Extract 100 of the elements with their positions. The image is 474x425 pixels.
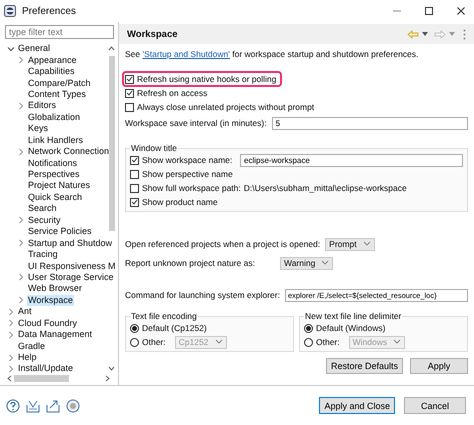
tree-item[interactable]: UI Responsiveness M — [27, 260, 117, 272]
tree-item[interactable]: Workspace — [27, 294, 74, 306]
tree-item[interactable]: Link Handlers — [27, 134, 84, 146]
checkbox[interactable] — [125, 88, 134, 98]
tree-item[interactable]: Web Browser — [27, 283, 83, 294]
import-icon[interactable] — [26, 398, 40, 412]
chevron-down-icon — [362, 240, 371, 248]
radio-button[interactable] — [304, 338, 313, 346]
tree-item[interactable]: Editors — [27, 100, 58, 112]
button[interactable]: Apply and Close — [319, 397, 395, 414]
radio-label[interactable]: Other: — [316, 337, 340, 347]
chevron-right-icon[interactable] — [7, 308, 15, 316]
tree-item[interactable]: Network Connection — [27, 146, 110, 158]
field-label: Report unknown project nature as: — [125, 258, 256, 268]
tree-item[interactable]: Capabilities — [27, 66, 76, 78]
tree-item[interactable]: User Storage Service — [27, 272, 115, 283]
scroll-right-icon[interactable] — [105, 374, 110, 382]
chevron-down-icon — [393, 338, 402, 346]
radio-label[interactable]: Other: — [142, 337, 166, 347]
input-field[interactable]: eclipse-workspace — [240, 154, 463, 166]
checkbox-label[interactable]: Refresh using native hooks or polling — [137, 74, 276, 84]
field-label: Open referenced projects when a project is opened: — [125, 239, 320, 249]
input-field[interactable]: 5 — [272, 116, 468, 130]
tree-item[interactable]: Service Policies — [27, 226, 93, 238]
checkbox-label[interactable]: Show workspace name: — [142, 155, 237, 165]
path-text: D:\Users\subham_mittal\eclipse-workspace — [244, 183, 407, 193]
checkbox-label[interactable]: Always close unrelated projects without prompt — [137, 102, 314, 112]
tree-item[interactable]: Compare/Patch — [27, 78, 92, 89]
checkbox[interactable] — [130, 170, 139, 178]
tree-item[interactable]: Startup and Shutdow — [27, 238, 114, 249]
tree-item[interactable]: Search — [27, 203, 58, 214]
record-icon[interactable] — [66, 398, 80, 412]
checkbox-label[interactable]: Show full workspace path: — [142, 183, 241, 193]
tree-item[interactable]: Keys — [27, 123, 50, 134]
chevron-right-icon[interactable] — [17, 56, 25, 64]
checkbox[interactable] — [130, 184, 139, 192]
checkbox-label[interactable]: Refresh on access — [137, 88, 208, 98]
dropdown[interactable]: Warning — [280, 256, 334, 270]
chevron-right-icon[interactable] — [17, 102, 25, 110]
chevron-right-icon[interactable] — [7, 330, 15, 339]
radio-button[interactable] — [130, 324, 139, 332]
checkbox[interactable] — [125, 102, 134, 112]
chevron-right-icon[interactable] — [17, 273, 25, 282]
button[interactable]: Apply — [410, 358, 468, 374]
chevron-right-icon[interactable] — [7, 319, 15, 328]
app-icon — [4, 5, 16, 17]
scrollbar[interactable] — [14, 374, 69, 382]
group-title: Window title — [130, 143, 178, 153]
tree-item[interactable]: Install/Update — [17, 363, 74, 373]
chevron-right-icon[interactable] — [17, 296, 25, 304]
chevron-right-icon[interactable] — [7, 354, 15, 362]
help-icon[interactable] — [6, 398, 20, 412]
checkbox[interactable] — [130, 156, 139, 164]
tree-item[interactable]: Tracing — [27, 249, 59, 260]
button[interactable]: Cancel — [404, 397, 466, 414]
tree-item[interactable]: Data Management — [17, 329, 94, 340]
page-title: Workspace — [127, 28, 178, 40]
tree-item[interactable]: Project Natures — [27, 180, 92, 192]
tree-item[interactable]: Ant — [17, 306, 33, 318]
tree-item[interactable]: Content Types — [27, 88, 87, 100]
tree-item[interactable]: Appearance — [27, 54, 78, 66]
scroll-up-icon[interactable] — [108, 46, 115, 51]
radio-label[interactable]: Default (Cp1252) — [142, 323, 207, 333]
dropdown[interactable]: Prompt — [325, 238, 375, 250]
checkbox[interactable] — [125, 74, 134, 84]
more-icon[interactable] — [463, 28, 466, 40]
chevron-right-icon[interactable] — [17, 239, 25, 248]
tree-item[interactable]: Notifications — [27, 158, 78, 169]
chevron-right-icon[interactable] — [17, 148, 25, 156]
tree-item[interactable]: Security — [27, 214, 62, 226]
close-icon[interactable] — [456, 6, 466, 16]
tree-item[interactable]: Help — [17, 352, 38, 364]
tree-item[interactable]: Perspectives — [27, 169, 81, 180]
maximize-icon[interactable] — [424, 6, 434, 16]
chevron-down-icon — [321, 259, 330, 267]
tree-item[interactable]: Gradle — [17, 340, 46, 352]
group-title: Text file encoding — [130, 311, 198, 321]
button[interactable]: Restore Defaults — [326, 358, 403, 374]
startup-link[interactable]: 'Startup and Shutdown' — [142, 49, 230, 59]
radio-label[interactable]: Default (Windows) — [316, 323, 386, 333]
chevron-right-icon[interactable] — [7, 364, 15, 373]
tree-item[interactable]: Cloud Foundry — [17, 318, 78, 329]
scrollbar[interactable] — [109, 56, 115, 231]
scroll-left-icon[interactable] — [7, 374, 12, 382]
checkbox-label[interactable]: Show product name — [142, 197, 218, 207]
scroll-down-icon[interactable] — [108, 366, 115, 371]
chevron-down-icon[interactable] — [7, 44, 15, 53]
dropdown-icon[interactable] — [422, 32, 428, 36]
radio-button[interactable] — [304, 324, 313, 332]
tree-item[interactable]: Globalization — [27, 112, 82, 123]
field-label: Command for launching system explorer: — [125, 290, 280, 300]
export-icon[interactable] — [46, 398, 60, 412]
chevron-right-icon[interactable] — [17, 216, 25, 224]
tree-item[interactable]: Quick Search — [27, 192, 84, 203]
radio-button[interactable] — [130, 338, 139, 346]
filter-field[interactable]: type filter text — [5, 25, 114, 39]
description-text: See 'Startup and Shutdown' for workspace startup and shutdown preferences. — [125, 48, 420, 60]
checkbox[interactable] — [130, 198, 139, 206]
checkbox-label[interactable]: Show perspective name — [142, 169, 233, 179]
tree-item[interactable]: General — [17, 43, 52, 54]
